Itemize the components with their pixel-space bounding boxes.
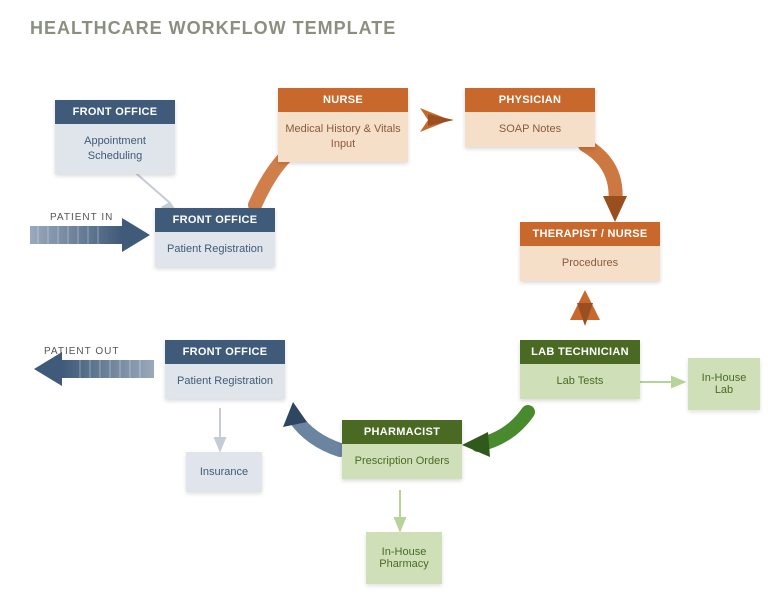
label-patient-in: PATIENT IN: [50, 212, 113, 223]
flowchart-canvas: PATIENT IN PATIENT OUT FRONT OFFICE Appo…: [0, 0, 775, 610]
node-pharmacist: PHARMACIST Prescription Orders: [342, 420, 462, 479]
arrow-appt-to-reg: [130, 168, 176, 212]
node-lab-technician: LAB TECHNICIAN Lab Tests: [520, 340, 640, 399]
node-front-office-registration-2: FRONT OFFICE Patient Registration: [165, 340, 285, 399]
node-nurse: NURSE Medical History & Vitals Input: [278, 88, 408, 162]
arrow-lab-to-pharm: [462, 412, 528, 457]
node-task: Patient Registration: [165, 364, 285, 399]
node-therapist: THERAPIST / NURSE Procedures: [520, 222, 660, 281]
node-task: Procedures: [520, 246, 660, 281]
arrow-patient-in: [30, 218, 150, 252]
node-role: THERAPIST / NURSE: [520, 222, 660, 246]
node-task: Lab Tests: [520, 364, 640, 399]
node-insurance: Insurance: [186, 452, 262, 492]
arrow-pharm-to-inhouse: [395, 490, 405, 530]
node-task: Patient Registration: [155, 232, 275, 267]
arrow-patient-out: [34, 352, 154, 386]
node-inhouse-pharmacy: In-House Pharmacy: [366, 532, 442, 584]
node-role: PHARMACIST: [342, 420, 462, 444]
label-patient-out: PATIENT OUT: [44, 346, 119, 357]
node-front-office-appointment: FRONT OFFICE Appointment Scheduling: [55, 100, 175, 174]
arrow-fo2-to-insurance: [215, 408, 225, 450]
arrow-pharm-to-fo2: [283, 402, 340, 450]
node-task: Prescription Orders: [342, 444, 462, 479]
node-role: PHYSICIAN: [465, 88, 595, 112]
node-task: Medical History & Vitals Input: [278, 112, 408, 162]
arrow-therapist-to-lab: [570, 290, 600, 326]
node-role: LAB TECHNICIAN: [520, 340, 640, 364]
node-role: FRONT OFFICE: [165, 340, 285, 364]
node-task: Appointment Scheduling: [55, 124, 175, 174]
arrow-physician-to-therapist: [585, 145, 627, 222]
node-inhouse-lab: In-House Lab: [688, 358, 760, 410]
node-role: NURSE: [278, 88, 408, 112]
node-task: SOAP Notes: [465, 112, 595, 147]
node-role: FRONT OFFICE: [55, 100, 175, 124]
arrow-lab-to-inhouse: [640, 377, 684, 387]
node-front-office-registration: FRONT OFFICE Patient Registration: [155, 208, 275, 267]
node-role: FRONT OFFICE: [155, 208, 275, 232]
arrow-nurse-to-physician: [420, 108, 454, 132]
node-physician: PHYSICIAN SOAP Notes: [465, 88, 595, 147]
